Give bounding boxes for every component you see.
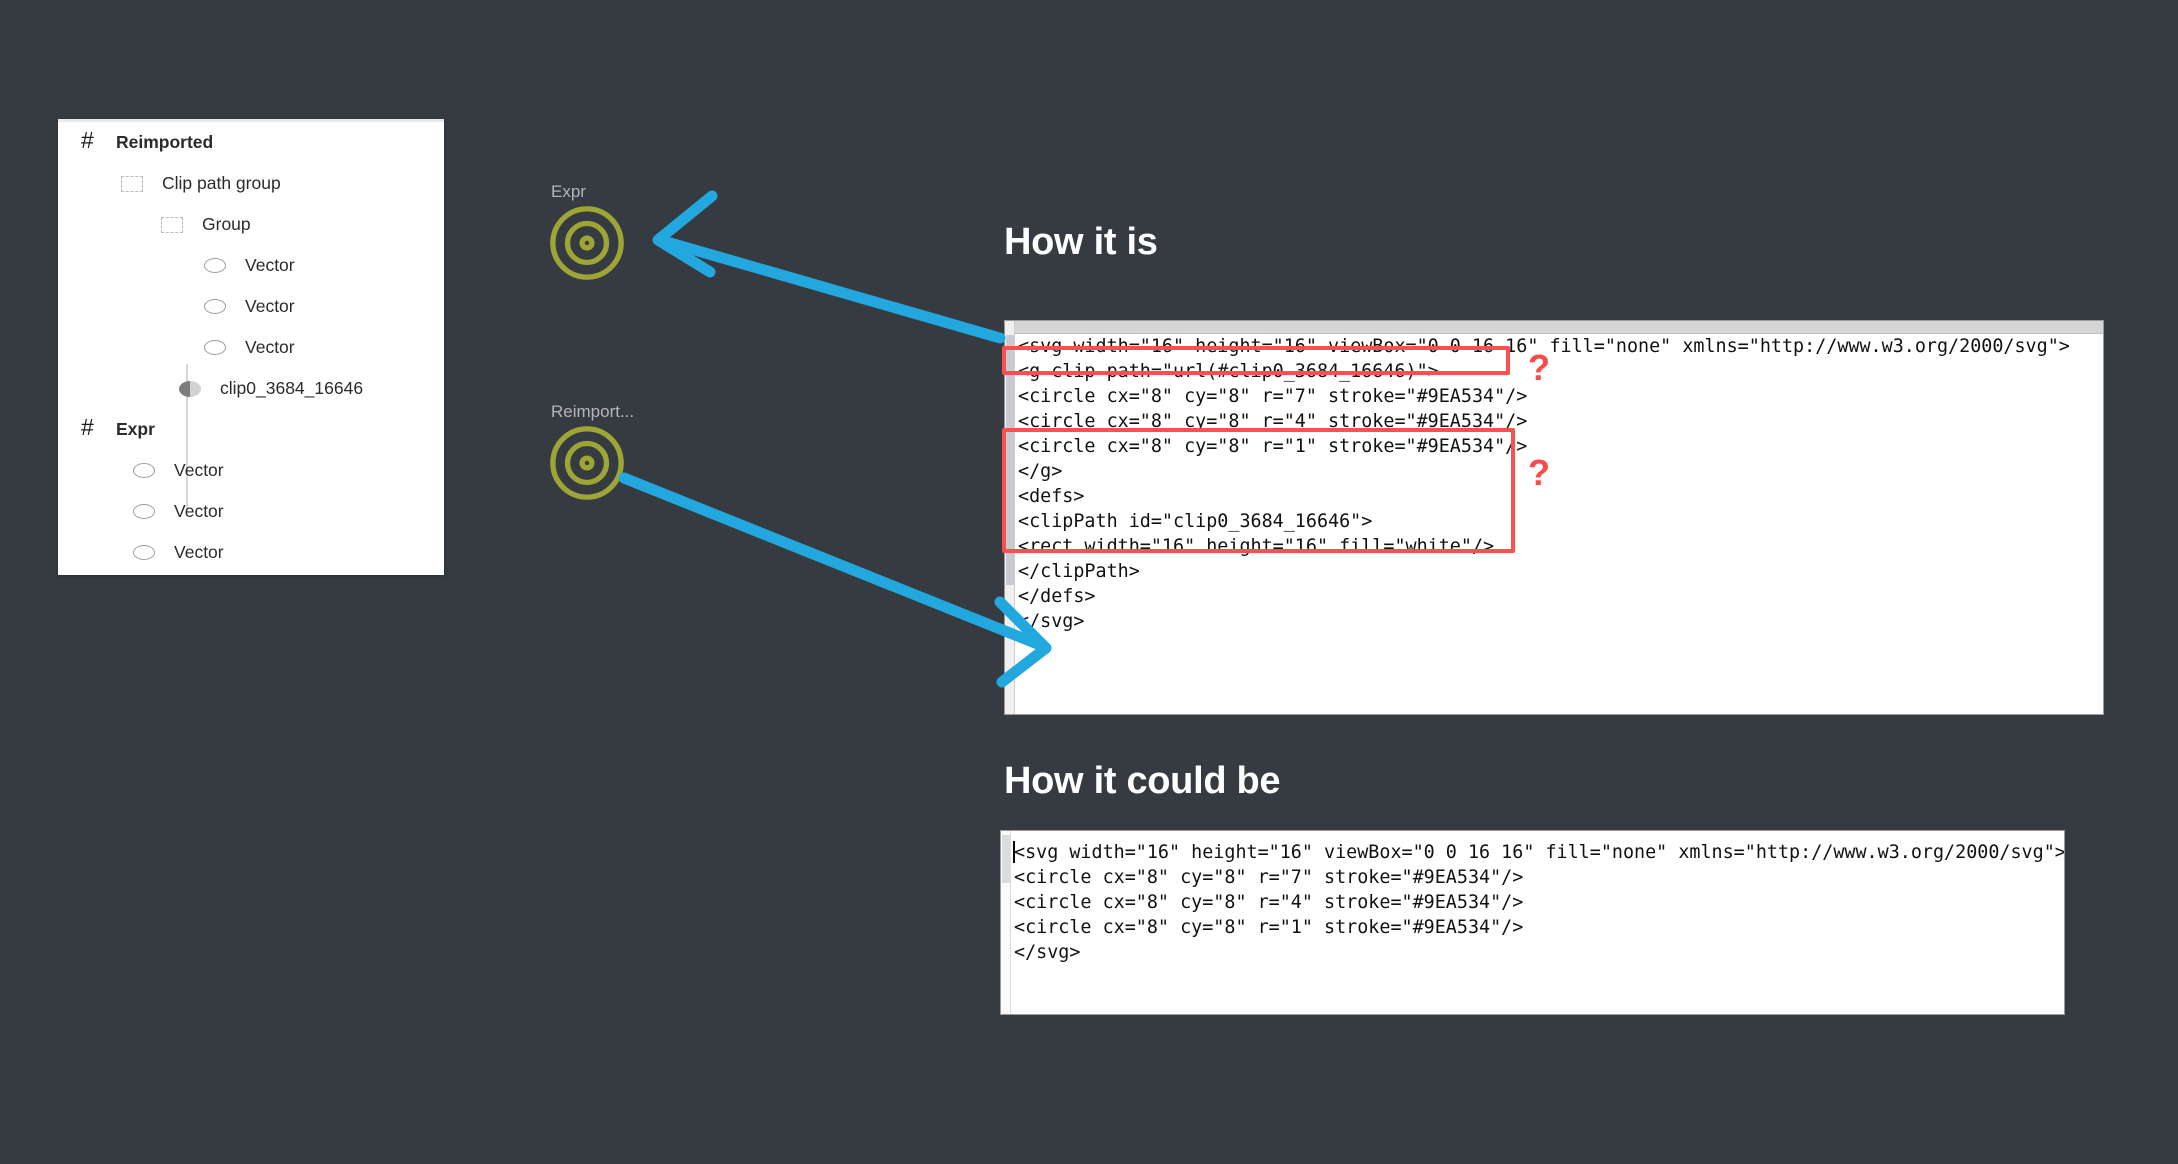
layer-row-vector[interactable]: Vector	[58, 327, 444, 368]
frame-icon	[80, 127, 102, 154]
section-heading-how-it-could-be: How it could be	[1004, 760, 1281, 802]
layer-row-clip-path-group[interactable]: Clip path group	[58, 163, 444, 204]
layer-row-vector[interactable]: Vector	[58, 286, 444, 327]
ellipse-icon	[133, 545, 155, 560]
target-icon[interactable]	[548, 204, 626, 282]
layers-panel: Reimported Clip path group Group Vector …	[58, 119, 444, 575]
layer-label: Vector	[174, 541, 224, 562]
layer-label: Expr	[116, 418, 155, 439]
layer-label: Vector	[245, 336, 295, 357]
layer-label: clip0_3684_16646	[220, 377, 364, 398]
ellipse-icon	[133, 504, 155, 519]
layer-row-clip-mask[interactable]: clip0_3684_16646	[58, 368, 444, 409]
layer-row-expr[interactable]: Expr	[58, 409, 444, 450]
screenshot-root: Reimported Clip path group Group Vector …	[0, 0, 2178, 1164]
layer-row-vector[interactable]: Vector	[58, 245, 444, 286]
question-mark-1: ?	[1528, 347, 1550, 388]
layer-label: Vector	[174, 500, 224, 521]
scrollbar-thumb[interactable]	[1006, 335, 1014, 585]
layer-row-group[interactable]: Group	[58, 204, 444, 245]
question-mark-2: ?	[1528, 452, 1550, 493]
layer-label: Group	[202, 213, 251, 234]
mask-icon	[179, 380, 201, 397]
layer-row-vector[interactable]: Vector	[58, 532, 444, 573]
canvas-object-label-expr: Expr	[551, 182, 586, 201]
group-icon	[161, 216, 183, 233]
ellipse-icon	[204, 258, 226, 273]
code-box-how-it-is[interactable]: <svg width="16" height="16" viewBox="0 0…	[1004, 320, 2104, 715]
ellipse-icon	[204, 340, 226, 355]
layer-row-vector[interactable]: Vector	[58, 491, 444, 532]
canvas-object-label-reimport: Reimport...	[551, 402, 635, 421]
layer-label: Clip path group	[162, 172, 281, 193]
ellipse-icon	[133, 463, 155, 478]
vertical-scrollbar[interactable]	[1001, 831, 1011, 1014]
frame-icon	[80, 414, 102, 441]
layer-label: Reimported	[116, 131, 214, 152]
horizontal-scrollbar[interactable]	[1015, 321, 2103, 334]
code-box-how-it-could-be[interactable]: <svg width="16" height="16" viewBox="0 0…	[1000, 830, 2065, 1015]
layer-row-reimported[interactable]: Reimported	[58, 122, 444, 163]
layer-label: Vector	[245, 254, 295, 275]
layer-row-vector[interactable]: Vector	[58, 450, 444, 491]
arrow-to-expr-target	[652, 190, 1006, 344]
arrow-to-code-block	[618, 472, 1052, 688]
scrollbar-thumb[interactable]	[1002, 835, 1010, 883]
section-heading-how-it-is: How it is	[1004, 221, 1158, 263]
group-icon	[121, 175, 143, 192]
ellipse-icon	[204, 299, 226, 314]
target-icon[interactable]	[548, 424, 626, 502]
layer-label: Vector	[245, 295, 295, 316]
layer-label: Vector	[174, 459, 224, 480]
vertical-scrollbar[interactable]	[1005, 321, 1015, 714]
code-content[interactable]: <svg width="16" height="16" viewBox="0 0…	[1014, 840, 2064, 965]
